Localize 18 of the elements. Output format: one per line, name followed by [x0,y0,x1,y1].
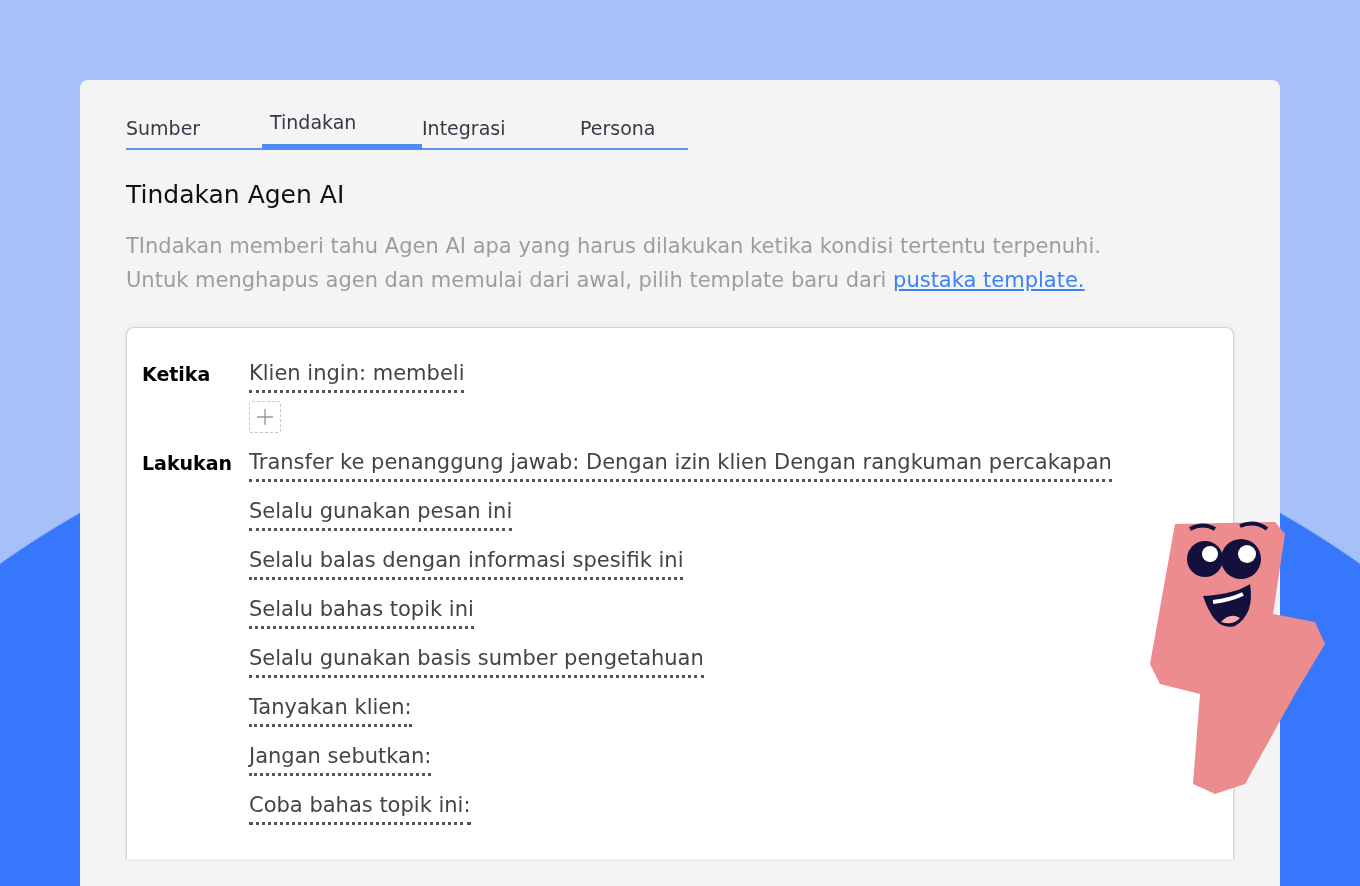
tab[interactable]: Integrasi [422,110,580,150]
rule-label: Lakukan [142,451,234,476]
tab[interactable]: Persona [580,110,680,150]
rule-value-link[interactable]: Selalu gunakan pesan ini [249,496,513,531]
tab[interactable]: Tindakan [262,110,422,150]
rule-value-link[interactable]: Selalu bahas topik ini [249,594,474,629]
rule-value-link[interactable]: Transfer ke penanggung jawab: Dengan izin klien Dengan rangkuman percakapan [249,447,1112,482]
rule-value-link[interactable]: Selalu balas dengan informasi spesifik ini [249,545,684,580]
rule-value-link[interactable]: Klien ingin: membeli [249,358,465,393]
add-button[interactable] [249,401,281,433]
rule-value-link[interactable]: Selalu gunakan basis sumber pengetahuan [249,643,704,678]
rule-value-link[interactable]: Coba bahas topik ini: [249,790,471,825]
section-title: Tindakan Agen AI [126,180,345,209]
plus-icon [256,408,274,426]
rule-value-link[interactable]: Jangan sebutkan: [249,741,432,776]
rule-value-link[interactable]: Tanyakan klien: [249,692,412,727]
rule-label: Ketika [142,362,212,387]
section-description: TIndakan memberi tahu Agen AI apa yang harus dilakukan ketika kondisi tertentu terpenuhi. Untuk menghapus agen dan memulai dari awal, pilih template baru dari pustaka template. [126,233,1101,294]
